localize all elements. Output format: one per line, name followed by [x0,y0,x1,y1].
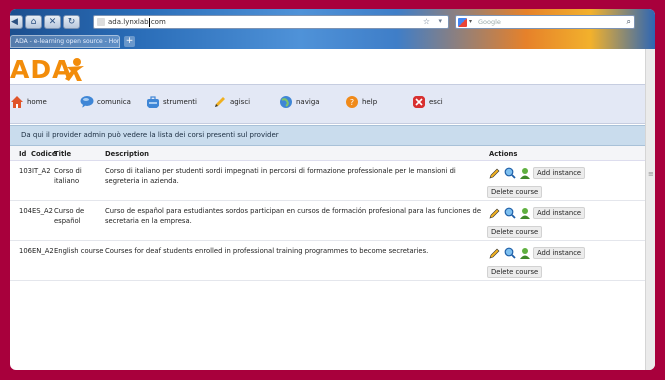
browser-chrome: ◀ ⌂ ✕ ↻ ada.lynxlab.com ▾ ☆ ▾ Google ⌕ A… [10,9,655,49]
user-icon[interactable] [519,207,531,219]
course-id: 103 [19,167,32,175]
menu-label: strumenti [163,98,197,106]
favicon-icon [97,18,105,26]
menu-label: comunica [97,98,131,106]
magnifier-icon[interactable]: ⌕ [627,17,631,27]
search-bar[interactable]: ▾ Google ⌕ [455,15,635,29]
table-row: 104 ES_A2 Curso de español Curso de espa… [10,202,645,241]
course-title: English course [54,247,104,255]
ada-logo[interactable]: ADA [10,55,100,85]
add-instance-button[interactable]: Add instance [533,207,586,219]
info-message: Da qui il provider admin può vedere la l… [10,125,645,146]
column-title: Title [54,150,72,158]
search-placeholder: Google [478,18,501,26]
edit-pencil-icon[interactable] [489,167,501,179]
course-code: IT_A2 [32,167,51,175]
column-code: Codice [31,150,57,158]
navigation-toolbar: ◀ ⌂ ✕ ↻ ada.lynxlab.com ▾ ☆ ▾ Google ⌕ [10,14,655,30]
vertical-scrollbar[interactable]: ≡ [645,49,655,370]
menu-label: agisci [230,98,251,106]
table-row: 106 EN_A2 English course Courses for dea… [10,242,645,281]
menu-item-help[interactable]: ? help [345,94,377,110]
view-magnifier-icon[interactable] [504,207,516,219]
tab-active[interactable]: ADA - e-learning open source - Home [10,35,120,48]
new-tab-button[interactable]: + [124,36,135,47]
course-description: Courses for deaf students enrolled in pr… [105,247,429,255]
text-cursor [149,18,150,27]
edit-pencil-icon[interactable] [489,247,501,259]
back-icon[interactable]: ◀ [10,15,23,29]
user-icon[interactable] [519,247,531,259]
reload-icon[interactable]: ↻ [63,15,80,29]
menu-item-home[interactable]: home [10,94,47,110]
add-instance-button[interactable]: Add instance [533,247,586,259]
view-magnifier-icon[interactable] [504,167,516,179]
add-instance-button[interactable]: Add instance [533,167,586,179]
menu-label: help [362,98,378,106]
scroll-grip-icon[interactable]: ≡ [648,170,654,178]
stop-icon[interactable]: ✕ [44,15,61,29]
home-browser-icon[interactable]: ⌂ [25,15,42,29]
dropdown-arrow-icon[interactable]: ▾ [438,17,442,25]
edit-pencil-icon[interactable] [489,207,501,219]
menu-item-agisci[interactable]: agisci [213,94,250,110]
column-actions: Actions [489,150,518,158]
course-title: Corso di italiano [54,167,82,185]
toolbox-icon [147,96,159,108]
logo-figure-icon [65,58,84,81]
globe-icon [280,96,292,108]
column-description: Description [105,150,149,158]
course-description: Corso di italiano per studenti sordi imp… [105,167,456,185]
bookmark-star-icon[interactable]: ☆ [423,17,430,26]
menu-item-naviga[interactable]: naviga [279,94,320,110]
course-code: ES_A2 [32,207,53,215]
delete-course-button[interactable]: Delete course [487,226,543,238]
help-icon: ? [346,96,358,108]
view-magnifier-icon[interactable] [504,247,516,259]
pencil-icon [215,97,225,107]
delete-course-button[interactable]: Delete course [487,266,543,278]
menu-item-esci[interactable]: esci [412,94,443,110]
course-code: EN_A2 [32,247,54,255]
engine-dropdown-icon[interactable]: ▾ [469,18,472,25]
address-bar[interactable]: ada.lynxlab.com ▾ ☆ [93,15,449,29]
menu-label: naviga [296,98,320,106]
course-description: Curso de español para estudiantes sordos… [105,207,481,225]
user-icon[interactable] [519,167,531,179]
course-id: 106 [19,247,32,255]
menu-item-strumenti[interactable]: strumenti [146,94,197,110]
browser-window: ◀ ⌂ ✕ ↻ ada.lynxlab.com ▾ ☆ ▾ Google ⌕ A… [10,9,655,370]
menu-item-comunica[interactable]: comunica [80,94,131,110]
course-id: 104 [19,207,32,215]
url-text: ada.lynxlab.com [108,18,166,26]
main-menu: home comunica strumenti agisci naviga ? … [10,84,645,124]
house-icon [11,96,23,108]
column-id: Id [19,150,27,158]
table-header: Id Codice Title Description Actions [10,146,645,161]
menu-label: home [27,98,47,106]
exit-icon [413,96,425,108]
course-title: Curso de español [54,207,85,225]
delete-course-button[interactable]: Delete course [487,186,543,198]
table-row: 103 IT_A2 Corso di italiano Corso di ita… [10,162,645,201]
svg-text:?: ? [350,98,354,107]
menu-label: esci [429,98,443,106]
search-engine-icon[interactable] [458,18,467,27]
tab-strip: ADA - e-learning open source - Home + [10,35,655,49]
chat-bubble-icon [80,96,94,108]
